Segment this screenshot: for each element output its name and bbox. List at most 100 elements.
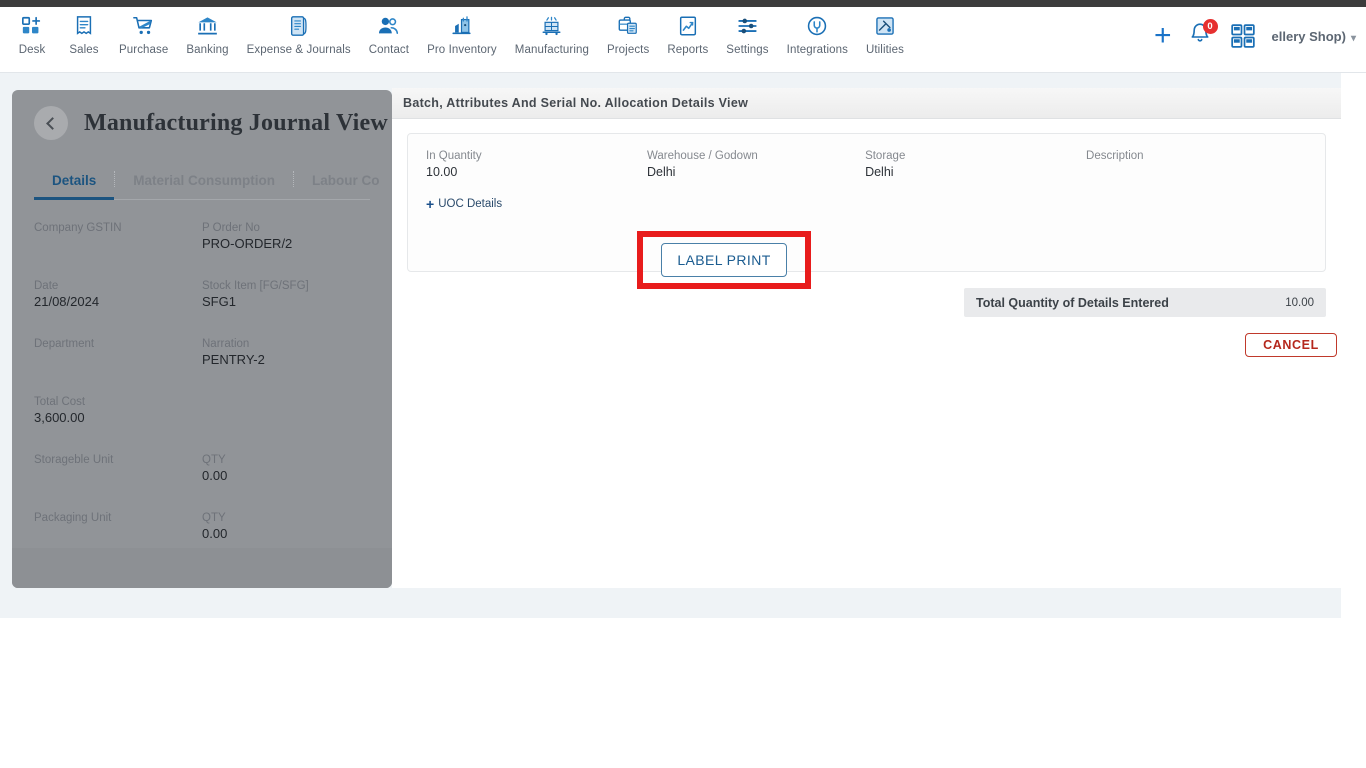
allocation-fields-grid: In Quantity 10.00 Warehouse / Godown Del… [426, 150, 1307, 179]
nav-item-sales[interactable]: Sales [58, 12, 110, 56]
nav-item-banking[interactable]: Banking [177, 12, 237, 56]
field-stock-item: Stock Item [FG/SFG] SFG1 [202, 280, 370, 328]
total-quantity-value: 10.00 [1285, 296, 1314, 309]
company-name-label: ellery Shop) [1271, 28, 1346, 44]
nav-item-reports[interactable]: Reports [658, 12, 717, 56]
field-value: 10.00 [426, 165, 458, 179]
field-label: QTY [202, 454, 226, 466]
tab-material-consumption[interactable]: Material Consumption [115, 173, 293, 199]
nav-item-desk[interactable]: Desk [6, 12, 58, 56]
chevron-left-icon [46, 116, 59, 130]
grid-icon [1230, 24, 1255, 48]
nav-items-group: Desk Sales Purchase Banking Expense & Jo [0, 7, 913, 56]
journal-card-header: Manufacturing Journal View [12, 90, 392, 140]
allocation-panel-body: In Quantity 10.00 Warehouse / Godown Del… [392, 119, 1341, 357]
field-value: PENTRY-2 [202, 352, 265, 367]
nav-item-integrations[interactable]: Integrations [778, 12, 857, 56]
back-button[interactable] [34, 106, 68, 140]
field-label: Date [34, 280, 59, 292]
nav-label-projects: Projects [606, 44, 650, 56]
contact-people-icon [377, 12, 400, 40]
field-value: PRO-ORDER/2 [202, 236, 293, 251]
nav-label-pro-inventory: Pro Inventory [427, 44, 497, 56]
journal-card-footer [12, 548, 392, 588]
main-navbar: Desk Sales Purchase Banking Expense & Jo [0, 7, 1366, 73]
field-label: Storage [865, 150, 906, 162]
nav-item-purchase[interactable]: Purchase [110, 12, 177, 56]
field-value: 3,600.00 [34, 410, 85, 425]
nav-label-expense: Banking [186, 44, 229, 56]
nav-label-contact: Contact [368, 44, 410, 56]
tab-labour-cost[interactable]: Labour Co [294, 173, 392, 199]
field-label: P Order No [202, 222, 260, 234]
field-value: Delhi [865, 165, 894, 179]
field-department: Department [34, 338, 202, 386]
field-value: 21/08/2024 [34, 294, 100, 309]
field-row: Department Narration PENTRY-2 [34, 338, 370, 386]
banking-bank-icon [196, 12, 219, 40]
plus-icon: + [426, 196, 435, 212]
field-value: SFG1 [202, 294, 236, 309]
field-label: Packaging Unit [34, 512, 112, 524]
field-label: Narration [202, 338, 250, 350]
field-warehouse-godown: Warehouse / Godown Delhi [647, 150, 865, 179]
nav-label-sales: Sales [69, 44, 99, 56]
window-top-strip [0, 0, 1366, 7]
field-label: Company GSTIN [34, 222, 122, 234]
nav-item-utilities[interactable]: Utilities [857, 12, 913, 56]
uoc-details-link[interactable]: + UOC Details [426, 197, 656, 211]
field-label: QTY [202, 512, 226, 524]
nav-label-desk: Desk [18, 44, 46, 56]
manufacturing-icon [540, 12, 563, 40]
field-storageble-unit: Storageble Unit [34, 454, 202, 502]
field-storage: Storage Delhi [865, 150, 1086, 179]
tab-details[interactable]: Details [34, 173, 115, 200]
navbar-right-actions: + 0 ellery Shop) ▾ [1154, 7, 1366, 65]
label-print-button[interactable]: LABEL PRINT [661, 243, 787, 277]
field-storageble-qty: QTY 0.00 [202, 454, 370, 502]
projects-briefcase-icon [617, 12, 639, 40]
nav-item-manufacturing[interactable]: Manufacturing [506, 12, 598, 56]
field-company-gstin: Company GSTIN [34, 222, 202, 270]
field-row: Date 21/08/2024 Stock Item [FG/SFG] SFG1 [34, 280, 370, 328]
nav-item-contact[interactable]: Contact [360, 12, 418, 56]
nav-item-projects[interactable]: Projects [598, 12, 658, 56]
field-description: Description [1086, 150, 1307, 179]
field-label: Description [1086, 150, 1144, 162]
cancel-button[interactable]: CANCEL [1245, 333, 1337, 357]
company-switcher[interactable]: ellery Shop) ▾ [1272, 29, 1356, 44]
notifications-button[interactable]: 0 [1188, 19, 1218, 51]
expense-journal-icon [288, 12, 310, 40]
allocation-row-card: In Quantity 10.00 Warehouse / Godown Del… [407, 133, 1326, 289]
reports-chart-icon [677, 12, 699, 40]
field-label: Department [34, 338, 95, 350]
field-row: Company GSTIN P Order No PRO-ORDER/2 [34, 222, 370, 270]
field-row: Total Cost 3,600.00 [34, 396, 370, 444]
nav-item-settings[interactable]: Settings [717, 12, 777, 56]
settings-sliders-icon [736, 12, 759, 40]
field-total-cost: Total Cost 3,600.00 [34, 396, 202, 444]
nav-label-integrations: Integrations [786, 44, 848, 56]
field-label: Storageble Unit [34, 454, 114, 466]
field-label: Warehouse / Godown [646, 150, 758, 162]
allocation-panel-header: Batch, Attributes And Serial No. Allocat… [392, 88, 1341, 119]
uoc-details-label: UOC Details [438, 198, 503, 210]
nav-item-expense-journals[interactable]: Expense & Journals [238, 12, 360, 56]
field-label: Total Cost [34, 396, 86, 408]
field-value: 0.00 [202, 526, 228, 541]
nav-label-utilities: Utilities [865, 44, 904, 56]
desk-grid-plus-icon [21, 12, 43, 40]
integrations-plug-icon [806, 12, 828, 40]
allocation-actions-row: + UOC Details [426, 197, 1307, 211]
nav-label-expense-journals: Expense & Journals [246, 44, 351, 56]
field-label: Stock Item [FG/SFG] [202, 280, 309, 292]
journal-tabs: Details Material Consumption Labour Co [34, 160, 380, 200]
allocation-details-panel: Batch, Attributes And Serial No. Allocat… [392, 88, 1341, 588]
notification-badge: 0 [1202, 19, 1218, 34]
nav-item-pro-inventory[interactable]: Pro Inventory [418, 12, 506, 56]
chevron-down-icon: ▾ [1350, 32, 1356, 44]
apps-grid-button[interactable] [1230, 23, 1256, 49]
allocation-panel-title: Batch, Attributes And Serial No. Allocat… [403, 96, 749, 110]
add-new-button[interactable]: + [1154, 21, 1172, 51]
manufacturing-journal-card: Manufacturing Journal View Details Mater… [12, 90, 392, 588]
